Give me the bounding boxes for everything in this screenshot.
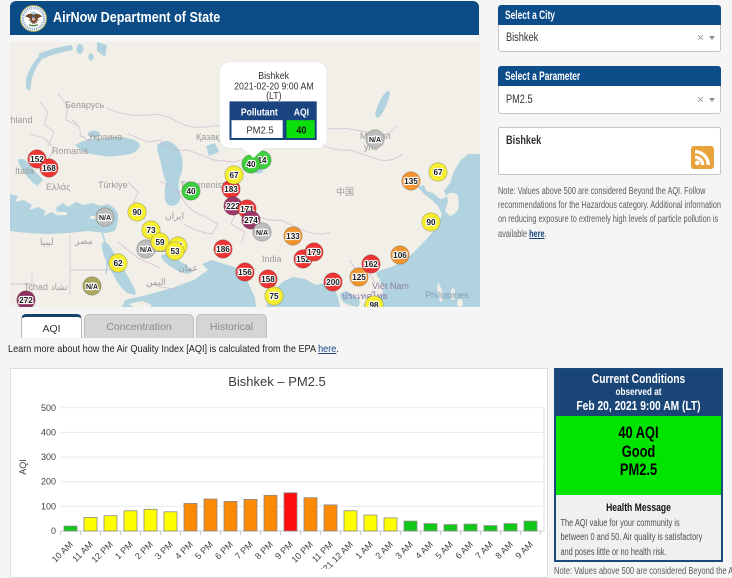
- svg-text:Tchad تشاد: Tchad تشاد: [24, 282, 68, 292]
- svg-text:3 AM: 3 AM: [393, 539, 415, 561]
- svg-text:183: 183: [224, 185, 238, 194]
- svg-text:Pollutant: Pollutant: [241, 107, 279, 119]
- svg-text:272: 272: [19, 296, 33, 305]
- svg-text:(LT): (LT): [266, 89, 281, 101]
- svg-text:135: 135: [404, 177, 418, 186]
- svg-text:مصر: مصر: [74, 236, 93, 247]
- svg-text:62: 62: [113, 259, 123, 268]
- svg-text:Türkiye: Türkiye: [98, 180, 128, 190]
- svg-text:8 AM: 8 AM: [493, 539, 515, 561]
- svg-text:اليمن: اليمن: [146, 277, 166, 288]
- svg-text:162: 162: [364, 260, 378, 269]
- svg-text:N/A: N/A: [140, 247, 152, 254]
- svg-text:59: 59: [155, 238, 165, 247]
- svg-text:PM2.5: PM2.5: [246, 125, 274, 137]
- svg-text:100: 100: [41, 501, 56, 511]
- svg-text:133: 133: [286, 232, 300, 241]
- svg-text:4 AM: 4 AM: [413, 539, 435, 561]
- svg-text:2 PM: 2 PM: [133, 539, 155, 561]
- svg-text:75: 75: [269, 292, 279, 301]
- svg-text:400: 400: [41, 427, 56, 437]
- svg-text:179: 179: [307, 248, 321, 257]
- svg-text:Romania: Romania: [52, 146, 88, 156]
- svg-text:N/A: N/A: [369, 137, 381, 144]
- svg-text:N/A: N/A: [99, 215, 111, 222]
- svg-text:200: 200: [326, 278, 340, 287]
- svg-text:N/A: N/A: [256, 230, 268, 237]
- svg-text:India: India: [262, 254, 282, 264]
- svg-text:90: 90: [132, 208, 142, 217]
- svg-text:1 AM: 1 AM: [353, 539, 375, 561]
- svg-text:40: 40: [296, 125, 306, 137]
- svg-text:156: 156: [238, 268, 252, 277]
- svg-text:Italia: Italia: [15, 166, 34, 176]
- svg-text:AQI: AQI: [18, 459, 28, 475]
- svg-text:chland: chland: [10, 115, 33, 125]
- svg-text:Bishkek – PM2.5: Bishkek – PM2.5: [228, 374, 326, 389]
- svg-text:158: 158: [261, 275, 275, 284]
- svg-text:10 AM: 10 AM: [50, 539, 75, 564]
- svg-text:9 AM: 9 AM: [513, 539, 535, 561]
- svg-text:ایران: ایران: [165, 211, 184, 222]
- svg-text:7 AM: 7 AM: [473, 539, 495, 561]
- svg-text:7 PM: 7 PM: [233, 539, 255, 561]
- svg-text:5 PM: 5 PM: [193, 539, 215, 561]
- svg-text:8 PM: 8 PM: [253, 539, 275, 561]
- svg-text:186: 186: [216, 245, 230, 254]
- svg-text:10 PM: 10 PM: [289, 539, 314, 564]
- svg-text:Украина: Украина: [88, 132, 122, 142]
- svg-text:5 AM: 5 AM: [433, 539, 455, 561]
- svg-text:53: 53: [170, 247, 180, 256]
- svg-text:67: 67: [433, 168, 443, 177]
- svg-text:274: 274: [244, 216, 258, 225]
- svg-text:中国: 中国: [336, 186, 354, 197]
- svg-text:N/A: N/A: [86, 284, 98, 291]
- svg-text:40: 40: [186, 187, 196, 196]
- svg-text:2 AM: 2 AM: [373, 539, 395, 561]
- svg-text:168: 168: [42, 164, 56, 173]
- svg-text:Ελλάς: Ελλάς: [46, 182, 71, 192]
- svg-text:Việt Nam: Việt Nam: [372, 281, 409, 291]
- svg-text:300: 300: [41, 452, 56, 462]
- svg-text:12 PM: 12 PM: [89, 539, 114, 564]
- svg-text:AQI: AQI: [294, 107, 310, 119]
- svg-text:ليبيا: ليبيا: [40, 237, 54, 247]
- svg-text:Philippines: Philippines: [425, 290, 469, 300]
- svg-text:40: 40: [246, 160, 256, 169]
- svg-text:0: 0: [51, 526, 56, 536]
- svg-text:106: 106: [393, 251, 407, 260]
- svg-text:500: 500: [41, 403, 56, 413]
- svg-text:200: 200: [41, 477, 56, 487]
- svg-text:1 PM: 1 PM: [113, 539, 135, 561]
- svg-text:90: 90: [426, 218, 436, 227]
- svg-text:73: 73: [146, 226, 156, 235]
- svg-text:6 AM: 6 AM: [453, 539, 475, 561]
- svg-text:125: 125: [352, 273, 366, 282]
- svg-text:Беларусь: Беларусь: [65, 100, 105, 110]
- svg-text:عمان: عمان: [178, 263, 198, 273]
- svg-text:98: 98: [369, 301, 379, 307]
- svg-text:4 PM: 4 PM: [173, 539, 195, 561]
- svg-text:3 PM: 3 PM: [153, 539, 175, 561]
- svg-text:67: 67: [229, 171, 239, 180]
- svg-text:6 PM: 6 PM: [213, 539, 235, 561]
